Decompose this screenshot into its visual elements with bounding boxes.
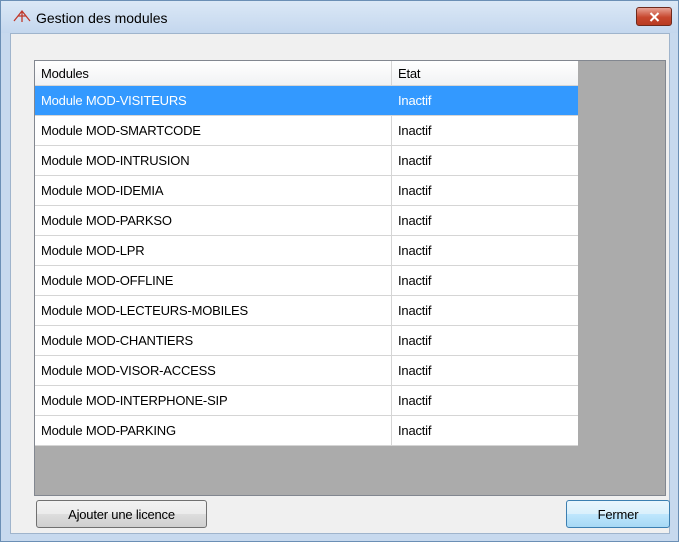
module-name-cell: Module MOD-PARKING <box>35 416 392 445</box>
table-row[interactable]: Module MOD-VISITEURS Inactif <box>35 86 578 116</box>
module-name-cell: Module MOD-PARKSO <box>35 206 392 235</box>
module-status-cell: Inactif <box>398 393 432 408</box>
module-status-cell: Inactif <box>398 273 432 288</box>
module-status-cell: Inactif <box>398 93 432 108</box>
module-status-cell: Inactif <box>398 363 432 378</box>
grid-header: Modules Etat <box>35 61 578 86</box>
table-row[interactable]: Module MOD-CHANTIERS Inactif <box>35 326 578 356</box>
close-window-button[interactable] <box>636 7 672 26</box>
module-status-cell: Inactif <box>398 303 432 318</box>
module-status-cell: Inactif <box>398 213 432 228</box>
table-row[interactable]: Module MOD-LPR Inactif <box>35 236 578 266</box>
grid-body: Module MOD-VISITEURS Inactif Module MOD-SM… <box>35 86 578 446</box>
module-name-cell: Module MOD-INTERPHONE-SIP <box>35 386 392 415</box>
dialog-body: Modules Etat Module MOD-VISITEURS Inactif… <box>10 33 670 534</box>
module-status-cell: Inactif <box>398 423 432 438</box>
module-name-cell: Module MOD-LPR <box>35 236 392 265</box>
module-name-cell: Module MOD-INTRUSION <box>35 146 392 175</box>
table-row[interactable]: Module MOD-OFFLINE Inactif <box>35 266 578 296</box>
table-row[interactable]: Module MOD-PARKSO Inactif <box>35 206 578 236</box>
module-name-cell: Module MOD-CHANTIERS <box>35 326 392 355</box>
table-row[interactable]: Module MOD-IDEMIA Inactif <box>35 176 578 206</box>
module-status-cell: Inactif <box>398 153 432 168</box>
table-row[interactable]: Module MOD-INTERPHONE-SIP Inactif <box>35 386 578 416</box>
module-name-cell: Module MOD-IDEMIA <box>35 176 392 205</box>
module-name-cell: Module MOD-LECTEURS-MOBILES <box>35 296 392 325</box>
table-row[interactable]: Module MOD-VISOR-ACCESS Inactif <box>35 356 578 386</box>
title-bar[interactable]: Gestion des modules <box>1 1 678 33</box>
module-name-cell: Module MOD-SMARTCODE <box>35 116 392 145</box>
add-license-button[interactable]: Ajouter une licence <box>36 500 207 528</box>
window-title: Gestion des modules <box>36 10 168 26</box>
close-button[interactable]: Fermer <box>566 500 670 528</box>
table-row[interactable]: Module MOD-LECTEURS-MOBILES Inactif <box>35 296 578 326</box>
column-header-modules[interactable]: Modules <box>35 61 392 85</box>
module-status-cell: Inactif <box>398 243 432 258</box>
close-icon <box>649 12 660 22</box>
table-row[interactable]: Module MOD-INTRUSION Inactif <box>35 146 578 176</box>
module-name-cell: Module MOD-VISOR-ACCESS <box>35 356 392 385</box>
dialog-window: Gestion des modules Modules Etat Module … <box>0 0 679 542</box>
module-name-cell: Module MOD-VISITEURS <box>35 86 392 115</box>
module-status-cell: Inactif <box>398 333 432 348</box>
modules-table: Modules Etat Module MOD-VISITEURS Inactif… <box>35 61 578 446</box>
column-header-etat[interactable]: Etat <box>392 61 578 85</box>
module-status-cell: Inactif <box>398 183 432 198</box>
app-logo-icon <box>13 9 31 23</box>
table-row[interactable]: Module MOD-PARKING Inactif <box>35 416 578 446</box>
module-name-cell: Module MOD-OFFLINE <box>35 266 392 295</box>
table-row[interactable]: Module MOD-SMARTCODE Inactif <box>35 116 578 146</box>
module-status-cell: Inactif <box>398 123 432 138</box>
modules-grid[interactable]: Modules Etat Module MOD-VISITEURS Inactif… <box>34 60 666 496</box>
